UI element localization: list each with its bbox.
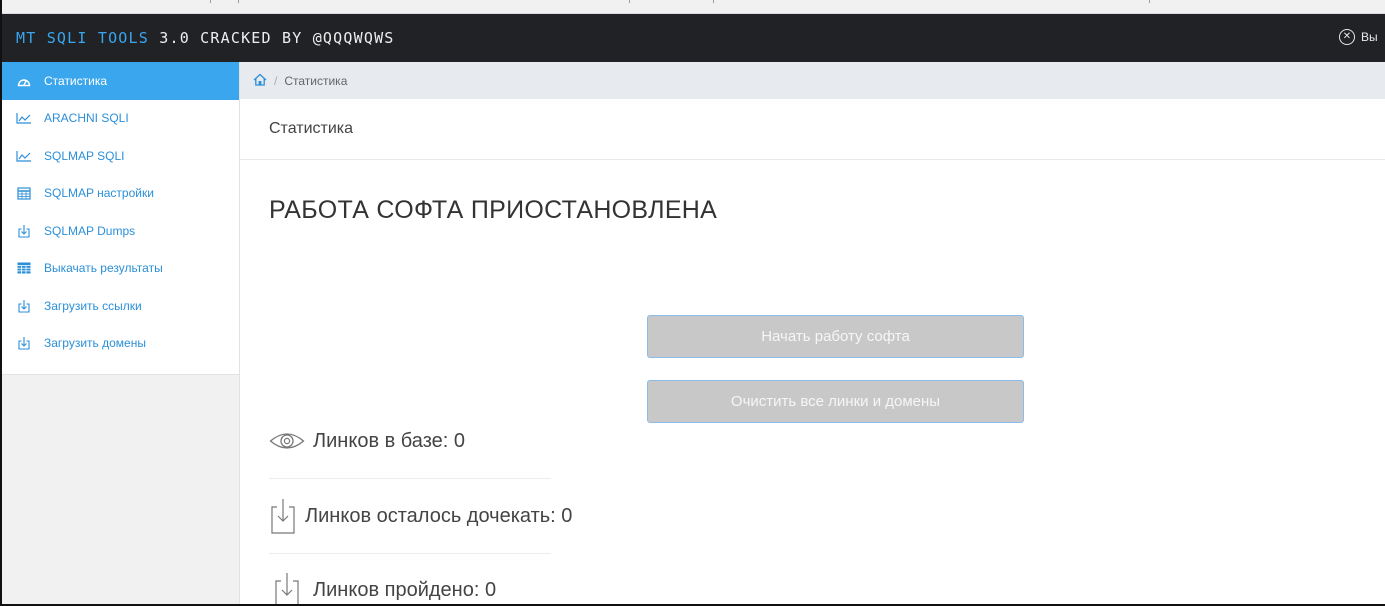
- sidebar-item-label: Статистика: [44, 73, 108, 88]
- sidebar-item-label: SQLMAP настройки: [44, 186, 154, 201]
- sidebar-item-export-results[interactable]: Выкачать результаты: [2, 250, 239, 288]
- logout-button[interactable]: ✕ Вы: [1339, 29, 1378, 45]
- breadcrumb-current: Статистика: [284, 73, 348, 88]
- download-icon: [16, 299, 32, 313]
- sidebar-item-label: ARACHNI SQLI: [44, 111, 129, 126]
- status-title: РАБОТА СОФТА ПРИОСТАНОВЛЕНА: [269, 196, 718, 224]
- download-icon: [269, 497, 297, 535]
- sidebar: Статистика ARACHNI SQLI SQLMAP SQLI SQLM…: [2, 62, 240, 604]
- brand-title: MT SQLI TOOLS 3.0 CRACKED BY @QQQWQWS: [16, 29, 395, 47]
- stat-links-in-db: Линков в базе: 0: [269, 424, 551, 458]
- stat-divider: [269, 553, 551, 554]
- table-icon: [16, 262, 32, 274]
- sidebar-item-upload-domains[interactable]: Загрузить домены: [2, 325, 239, 363]
- dashboard-icon: [16, 75, 32, 87]
- calendar-icon: [16, 186, 32, 200]
- stat-label: Линков в базе: 0: [313, 429, 466, 452]
- download-icon: [16, 224, 32, 238]
- top-strip: [2, 0, 1385, 14]
- eye-icon: [269, 429, 305, 453]
- page-header: Статистика: [240, 99, 1385, 160]
- brand-rest: 3.0 CRACKED BY @QQQWQWS: [159, 29, 395, 47]
- sidebar-item-label: SQLMAP SQLI: [44, 148, 125, 163]
- sidebar-item-sqlmap-sqli[interactable]: SQLMAP SQLI: [2, 137, 239, 175]
- sidebar-item-sqlmap-dumps[interactable]: SQLMAP Dumps: [2, 212, 239, 250]
- stat-links-passed: Линков пройдено: 0: [269, 570, 551, 604]
- brand-accent: MT SQLI TOOLS: [16, 29, 149, 47]
- clear-links-domains-button[interactable]: Очистить все линки и домены: [647, 380, 1024, 423]
- line-chart-icon: [16, 112, 32, 124]
- breadcrumb: / Статистика: [240, 62, 1385, 99]
- sidebar-item-statistics[interactable]: Статистика: [2, 62, 239, 100]
- page-title: Статистика: [269, 120, 354, 137]
- sidebar-item-label: SQLMAP Dumps: [44, 223, 136, 238]
- line-chart-icon: [16, 150, 32, 162]
- sidebar-item-label: Выкачать результаты: [44, 261, 163, 276]
- stat-label: Линков осталось дочекать: 0: [305, 504, 573, 527]
- sidebar-item-upload-links[interactable]: Загрузить ссылки: [2, 287, 239, 325]
- app-header: MT SQLI TOOLS 3.0 CRACKED BY @QQQWQWS ✕ …: [2, 14, 1385, 62]
- download-icon: [269, 571, 305, 604]
- logout-label: Вы: [1361, 30, 1378, 44]
- download-icon: [16, 336, 32, 350]
- start-software-button[interactable]: Начать работу софта: [647, 315, 1024, 358]
- sidebar-item-arachni-sqli[interactable]: ARACHNI SQLI: [2, 100, 239, 138]
- stat-divider: [269, 478, 551, 479]
- sidebar-item-label: Загрузить домены: [44, 336, 146, 351]
- app-window: MT SQLI TOOLS 3.0 CRACKED BY @QQQWQWS ✕ …: [0, 0, 1385, 606]
- stat-label: Линков пройдено: 0: [313, 578, 497, 601]
- stat-links-remaining: Линков осталось дочекать: 0: [269, 496, 572, 536]
- breadcrumb-separator: /: [274, 73, 278, 88]
- sidebar-item-label: Загрузить ссылки: [44, 298, 142, 313]
- sidebar-item-sqlmap-settings[interactable]: SQLMAP настройки: [2, 175, 239, 213]
- home-icon[interactable]: [253, 73, 267, 89]
- sidebar-menu: Статистика ARACHNI SQLI SQLMAP SQLI SQLM…: [2, 62, 239, 375]
- close-circle-icon: ✕: [1339, 29, 1355, 45]
